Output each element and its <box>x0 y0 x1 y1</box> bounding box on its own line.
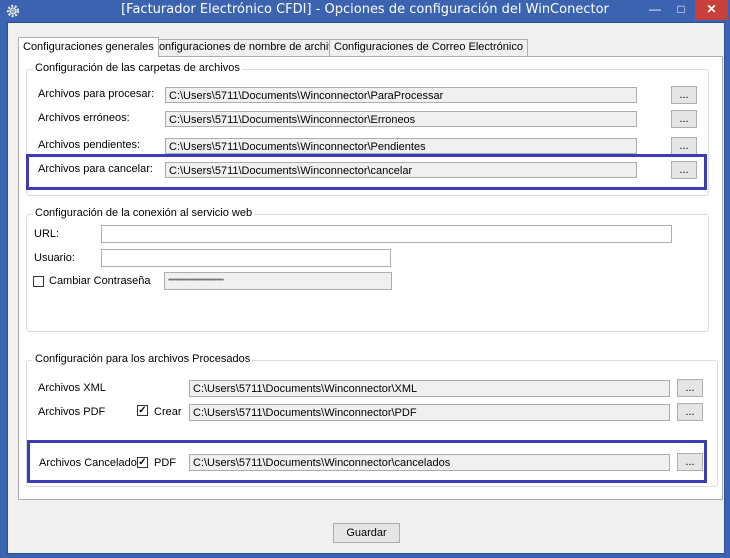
browse-button-xml[interactable]: ... <box>677 379 703 397</box>
xml-folder-input[interactable]: C:\Users\5711\Documents\Winconnector\XML <box>189 380 670 397</box>
folder-label-process: Archivos para procesar: <box>38 88 155 100</box>
user-label: Usuario: <box>34 252 75 264</box>
folder-input-process[interactable]: C:\Users\5711\Documents\Winconnector\Par… <box>165 87 637 103</box>
user-input[interactable] <box>101 249 391 267</box>
tab-email-settings[interactable]: Configuraciones de Correo Electrónico <box>329 39 528 57</box>
folder-input-pending[interactable]: C:\Users\5711\Documents\Winconnector\Pen… <box>165 138 637 154</box>
browse-button-process[interactable]: ... <box>671 86 697 104</box>
change-password-label: Cambiar Contraseña <box>49 275 151 287</box>
browse-button-pdf[interactable]: ... <box>677 403 703 421</box>
folder-label-errors: Archivos erróneos: <box>38 112 130 124</box>
pdf-create-label: Crear <box>154 406 182 418</box>
pdf-label: Archivos PDF <box>38 406 106 418</box>
close-button[interactable]: ✕ <box>695 0 728 20</box>
pdf-folder-input[interactable]: C:\Users\5711\Documents\Winconnector\PDF <box>189 404 670 421</box>
highlight-cancel-folder <box>26 154 707 190</box>
xml-label: Archivos XML <box>38 382 106 394</box>
password-input[interactable]: •••••••••••••••••••••••••••••••••••••• <box>164 272 392 290</box>
url-input[interactable] <box>101 225 672 243</box>
maximize-button[interactable]: □ <box>668 0 694 20</box>
tab-page-general: Configuración de las carpetas de archivo… <box>18 56 723 500</box>
window-title: [Facturador Electrónico CFDI] - Opciones… <box>121 2 609 17</box>
highlight-canceled-files <box>27 440 707 483</box>
webservice-group-title: Configuración de la conexión al servicio… <box>33 207 255 219</box>
webservice-group: Configuración de la conexión al servicio… <box>26 207 709 332</box>
url-label: URL: <box>34 228 60 240</box>
processed-group-title: Configuración para los archivos Procesad… <box>33 353 253 365</box>
title-bar: [Facturador Electrónico CFDI] - Opciones… <box>0 0 730 22</box>
save-button[interactable]: Guardar <box>333 523 400 543</box>
tab-filename-settings[interactable]: Configuraciones de nombre de archivos <box>146 39 351 57</box>
change-password-checkbox[interactable] <box>33 276 44 287</box>
minimize-button[interactable]: — <box>642 0 668 20</box>
folder-label-pending: Archivos pendientes: <box>38 139 141 151</box>
folders-group-title: Configuración de las carpetas de archivo… <box>33 62 242 74</box>
dialog-client-area: Configuraciones generales Configuracione… <box>7 22 725 554</box>
browse-button-pending[interactable]: ... <box>671 137 697 155</box>
browse-button-errors[interactable]: ... <box>671 110 697 128</box>
pdf-create-checkbox[interactable]: ✓ <box>137 405 148 416</box>
folder-input-errors[interactable]: C:\Users\5711\Documents\Winconnector\Err… <box>165 111 637 127</box>
tab-general-settings[interactable]: Configuraciones generales <box>18 37 159 57</box>
